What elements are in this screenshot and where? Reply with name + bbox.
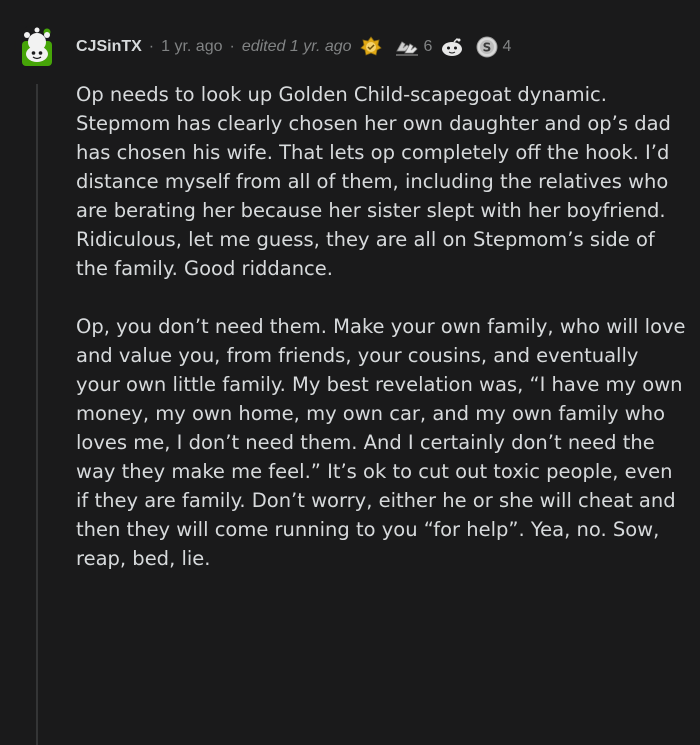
award-gold[interactable] [359, 36, 386, 58]
comment-paragraph: Op, you don’t need them. Make your own f… [76, 315, 686, 570]
hands-award-icon [395, 41, 418, 56]
comment-body: Op needs to look up Golden Child-scapego… [76, 80, 686, 602]
comment-age[interactable]: 1 yr. ago [161, 38, 222, 56]
award-silver[interactable]: S 4 [476, 36, 511, 58]
gold-award-icon [359, 36, 382, 56]
award-count: 4 [502, 38, 512, 55]
separator-dot: · [148, 38, 155, 55]
award-hands[interactable]: 6 [394, 36, 433, 58]
snoo-avatar-icon [15, 25, 59, 69]
award-face[interactable] [440, 36, 468, 58]
avatar[interactable] [14, 24, 60, 70]
thread-line[interactable] [36, 84, 38, 745]
award-count: 6 [423, 38, 433, 55]
svg-text:S: S [483, 41, 492, 55]
separator-dot: · [229, 38, 235, 55]
username-link[interactable]: CJSinTX [76, 38, 142, 56]
edited-label: edited 1 yr. ago [241, 38, 352, 55]
comment-paragraph: Op needs to look up Golden Child-scapego… [76, 83, 671, 280]
silver-coin-award-icon: S [476, 36, 498, 58]
comment-header: CJSinTX · 1 yr. ago · edited 1 yr. ago 6 [14, 24, 511, 70]
face-award-icon [442, 37, 463, 56]
